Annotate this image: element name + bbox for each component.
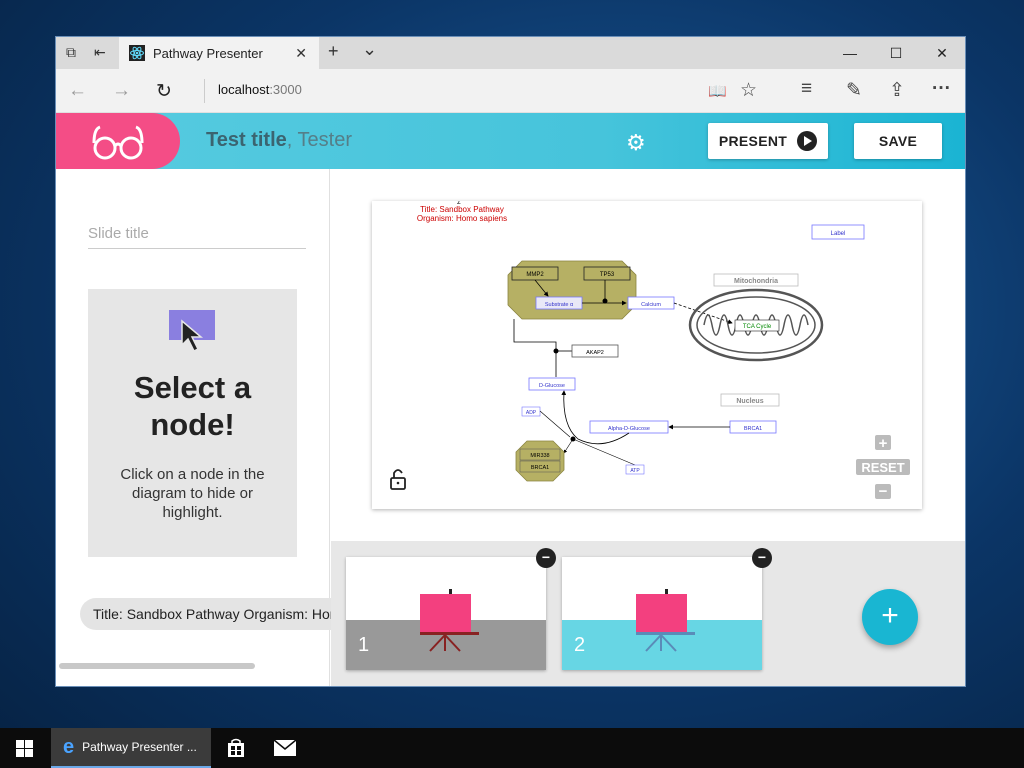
url-field[interactable]: localhost:3000 [218,82,302,97]
remove-slide-1-button[interactable]: − [536,548,556,568]
zoom-out-label: − [879,483,888,500]
minimize-button[interactable]: — [827,37,873,69]
nucleus-label: Nucleus [736,398,763,405]
add-slide-button[interactable]: + [862,589,918,645]
reset-button[interactable]: RESET [856,459,910,475]
tab-list-icon[interactable]: ⌄ [362,39,377,60]
mir-label: MIR338 [530,453,549,459]
alpha-glucose-label: Alpha-D-Glucose [608,426,650,432]
maximize-button[interactable]: ☐ [873,37,919,69]
address-bar: ← → ↻ localhost:3000 📖 ☆ ≡ ✎ ⇪ ··· [56,69,965,113]
substrate-label: Substrate α [545,302,574,308]
close-window-button[interactable]: ✕ [919,37,965,69]
settings-gear-icon[interactable]: ⚙ [626,130,646,156]
taskbar-app-label: Pathway Presenter ... [82,740,197,754]
card-title: Select a node! [133,370,252,442]
more-menu-icon[interactable]: ··· [932,78,951,100]
tp53-label: TP53 [600,272,615,278]
mmp2-label: MMP2 [526,272,544,278]
present-button[interactable]: PRESENT [708,123,828,159]
back-button[interactable]: ← [68,80,87,102]
save-button[interactable]: SAVE [854,123,942,159]
slide-thumbnail-1[interactable]: 1 [346,557,546,670]
taskbar-edge-app[interactable]: e Pathway Presenter ... [51,728,211,768]
atp-label: ATP [630,468,640,474]
play-icon [797,131,818,151]
pathway-diagram[interactable]: Σ Title: Sandbox Pathway Organism: Homo … [372,200,922,509]
remove-slide-2-button[interactable]: − [752,548,772,568]
dglucose-label: D-Glucose [539,383,565,389]
tab-close-icon[interactable]: ✕ [295,45,307,62]
windows-start-icon[interactable] [16,740,33,757]
new-tab-button[interactable]: + [328,41,339,62]
share-icon[interactable]: ⇪ [889,79,905,102]
cursor-click-icon [169,310,215,353]
web-notes-icon[interactable]: ✎ [846,79,862,102]
title-text: Test title [206,129,287,151]
forward-button[interactable]: → [112,80,131,102]
tab-title: Pathway Presenter [153,45,263,61]
slide-number-2: 2 [574,634,586,656]
set-tabs-aside-icon[interactable]: ⇤ [94,44,106,61]
reading-view-icon[interactable]: 📖 [708,82,727,100]
taskbar: e Pathway Presenter ... [0,728,1024,768]
label-node-text: Label [831,231,846,237]
brca1-label: BRCA1 [744,426,762,432]
reset-label: RESET [861,460,904,475]
favorite-star-icon[interactable]: ☆ [740,79,757,102]
tab-preview-icon[interactable]: ⧉ [66,44,76,61]
mitochondria-label: Mitochondria [734,278,778,285]
glasses-logo-icon [92,125,144,160]
akap2-label: AKAP2 [586,350,604,356]
slide-thumbnail-2[interactable]: 2 [562,557,762,670]
presentation-title: Test title, Tester [206,129,352,152]
select-node-card: Select a node! Click on a node in the di… [88,289,297,557]
slide-number-1: 1 [358,634,370,656]
diagram-title-line2: Organism: Homo sapiens [417,214,507,223]
app-header: Test title, Tester ⚙ PRESENT SAVE [56,113,965,169]
pathway-svg: Σ Title: Sandbox Pathway Organism: Homo … [390,200,910,500]
calcium-label: Calcium [641,302,661,308]
horizontal-scrollbar[interactable] [59,663,255,669]
hub-icon[interactable]: ≡ [801,78,812,100]
edge-icon: e [63,735,75,758]
slide-editor-panel: Slide title Select a node! Click on a no… [56,169,332,686]
brca1-b-label: BRCA1 [531,465,549,471]
browser-window: ⧉ ⇤ Pathway Presenter ✕ + ⌄ — ☐ ✕ ← → ↻ … [55,36,966,687]
store-icon[interactable] [226,738,246,758]
easel-icon [420,589,479,652]
tab-pathway-presenter[interactable]: Pathway Presenter ✕ [119,37,319,69]
lock-icon[interactable] [390,469,406,490]
url-separator [204,79,205,103]
zoom-in-button[interactable]: + [875,435,891,452]
logo-block [56,113,180,169]
slide-strip: 1 − 2 − + [331,541,965,686]
easel-icon [636,589,695,652]
zoom-out-button[interactable]: − [875,483,891,500]
diagram-title-line1: Title: Sandbox Pathway [420,205,504,214]
url-port: :3000 [269,82,302,97]
author-text: , Tester [286,129,352,151]
refresh-button[interactable]: ↻ [156,80,172,103]
zoom-in-label: + [879,435,888,452]
react-favicon-icon [129,45,145,61]
tca-label: TCA Cycle [743,324,772,330]
mail-icon[interactable] [273,739,297,757]
slide-title-input[interactable]: Slide title [88,225,306,249]
url-host: localhost [218,82,270,97]
tab-bar: ⧉ ⇤ Pathway Presenter ✕ + ⌄ — ☐ ✕ [56,37,965,69]
title-chip[interactable]: Title: Sandbox Pathway Organism: Homo sa… [80,598,332,630]
adp-label: ADP [526,410,537,416]
card-description: Click on a node in the diagram to hide o… [120,466,265,521]
present-label: PRESENT [718,133,788,149]
